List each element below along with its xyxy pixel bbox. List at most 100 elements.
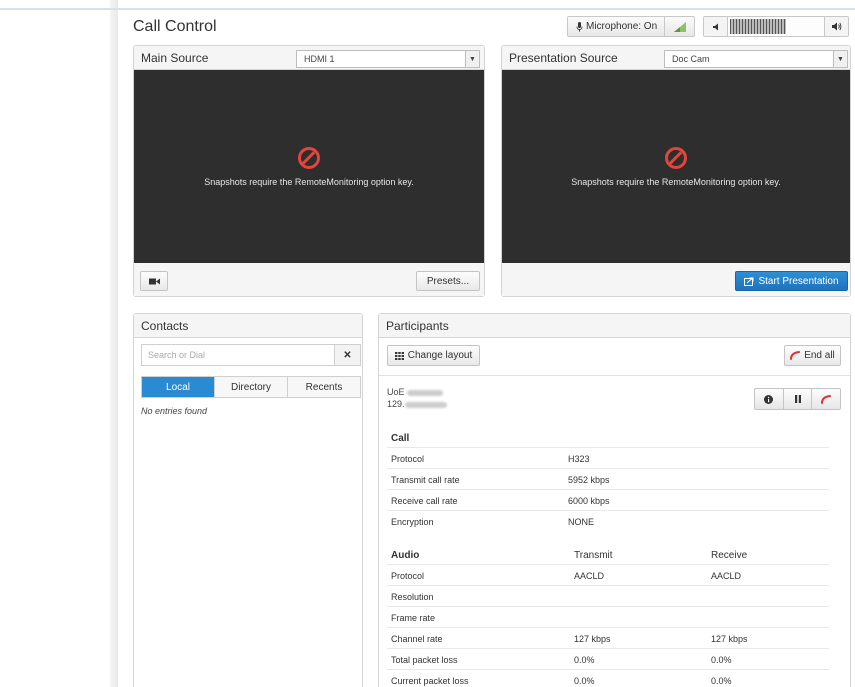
volume-control [703, 16, 849, 37]
table-row: Encryption NONE [387, 511, 829, 532]
participant-number: 129. [387, 399, 405, 409]
hold-button[interactable] [784, 389, 813, 409]
start-presentation-button[interactable]: Start Presentation [735, 271, 848, 291]
main-source-selected: HDMI 1 [304, 54, 335, 64]
video-camera-icon [148, 278, 160, 284]
stat-label: Frame rate [391, 613, 436, 623]
info-button[interactable] [755, 389, 784, 409]
table-row: Frame rate [387, 607, 829, 628]
contacts-title: Contacts [141, 318, 189, 333]
stat-label: Encryption [391, 517, 434, 527]
main-source-preview: Snapshots require the RemoteMonitoring o… [134, 70, 484, 263]
stat-label: Current packet loss [391, 676, 469, 686]
audio-stats-table: Audio Transmit Receive Protocol AACLD AACL… [387, 544, 829, 687]
call-section-header: Call [387, 427, 829, 448]
stat-transmit: 0.0% [574, 655, 595, 665]
participant-entry: UoE 129. [387, 386, 447, 410]
audio-header: Audio [391, 550, 420, 561]
redacted-number [404, 401, 447, 408]
stat-value: H323 [568, 454, 590, 464]
prohibited-icon [665, 146, 687, 169]
end-all-button[interactable]: End all [784, 345, 841, 366]
contacts-panel: Contacts ✕ Local Directory Recents No en… [133, 313, 363, 687]
share-screen-icon [744, 277, 754, 286]
close-icon: ✕ [343, 349, 352, 361]
stat-receive: 0.0% [711, 676, 732, 686]
presets-label: Presets... [426, 275, 470, 287]
volume-slider-fill [730, 19, 786, 34]
table-row: Total packet loss 0.0% 0.0% [387, 649, 829, 670]
participant-name: UoE [387, 387, 405, 397]
table-row: Protocol H323 [387, 448, 829, 469]
volume-down-button[interactable] [704, 17, 728, 36]
stat-label: Transmit call rate [391, 475, 460, 485]
stat-value: 6000 kbps [568, 496, 610, 506]
participant-call-controls [754, 388, 841, 410]
presentation-source-select[interactable]: Doc Cam ▼ [664, 50, 848, 68]
change-layout-button[interactable]: Change layout [387, 345, 480, 366]
call-header: Call [391, 433, 410, 444]
hang-up-icon [821, 394, 832, 404]
contacts-tabs: Local Directory Recents [141, 376, 361, 398]
top-rule [0, 8, 855, 10]
tab-local[interactable]: Local [142, 377, 215, 397]
stat-label: Channel rate [391, 634, 443, 644]
stat-label: Resolution [391, 592, 434, 602]
stat-transmit: AACLD [574, 571, 605, 581]
stat-transmit: 0.0% [574, 676, 595, 686]
end-all-label: End all [804, 350, 835, 361]
clear-search-button[interactable]: ✕ [334, 345, 360, 365]
presentation-source-title: Presentation Source [509, 50, 618, 65]
stat-value: NONE [568, 517, 595, 527]
participants-panel: Participants Change layout End all UoE 1… [378, 313, 851, 687]
volume-slider[interactable] [728, 17, 824, 36]
pause-icon [794, 395, 801, 403]
tab-directory[interactable]: Directory [215, 377, 288, 397]
table-row: Channel rate 127 kbps 127 kbps [387, 628, 829, 649]
table-row: Receive call rate 6000 kbps [387, 490, 829, 511]
hang-up-icon [790, 351, 801, 360]
camera-button[interactable] [140, 271, 168, 291]
presentation-source-panel: Presentation Source Doc Cam ▼ Snapshots … [501, 45, 851, 297]
hang-up-button[interactable] [812, 389, 840, 409]
microphone-label: Microphone: On [586, 21, 658, 32]
participants-title: Participants [386, 318, 449, 333]
contacts-empty-message: No entries found [141, 406, 208, 416]
chevron-down-icon: ▼ [833, 51, 847, 67]
microphone-icon [576, 21, 583, 31]
tab-recents[interactable]: Recents [288, 377, 360, 397]
table-row: Current packet loss 0.0% 0.0% [387, 670, 829, 687]
table-row: Transmit call rate 5952 kbps [387, 469, 829, 490]
volume-down-icon [712, 23, 718, 30]
left-gutter [0, 0, 118, 687]
participants-header: Participants [379, 314, 850, 338]
signal-level-icon [673, 21, 686, 32]
redacted-name [407, 389, 444, 396]
grid-layout-icon [394, 351, 404, 360]
stat-label: Total packet loss [391, 655, 458, 665]
stat-receive: 127 kbps [711, 634, 748, 644]
receive-header: Receive [711, 550, 748, 561]
change-layout-label: Change layout [407, 350, 473, 361]
main-source-select[interactable]: HDMI 1 ▼ [296, 50, 480, 68]
mic-level-indicator [664, 17, 694, 36]
stat-label: Receive call rate [391, 496, 458, 506]
presets-button[interactable]: Presets... [416, 271, 480, 291]
presentation-source-selected: Doc Cam [672, 54, 710, 64]
stat-receive: AACLD [711, 571, 742, 581]
main-source-panel: Main Source HDMI 1 ▼ Snapshots require t… [133, 45, 485, 297]
volume-up-icon [832, 22, 842, 31]
prohibited-icon [298, 146, 320, 169]
presentation-source-preview: Snapshots require the RemoteMonitoring o… [502, 70, 850, 263]
page-title: Call Control [133, 18, 217, 35]
search-input[interactable] [142, 345, 334, 365]
audio-section-header: Audio Transmit Receive [387, 544, 829, 565]
participants-divider [379, 375, 850, 376]
table-row: Resolution [387, 586, 829, 607]
presentation-snapshot-message: Snapshots require the RemoteMonitoring o… [571, 176, 781, 187]
stat-label: Protocol [391, 454, 425, 464]
main-source-snapshot-message: Snapshots require the RemoteMonitoring o… [204, 176, 414, 187]
volume-up-button[interactable] [824, 17, 848, 36]
stat-label: Protocol [391, 571, 425, 581]
microphone-toggle-button[interactable]: Microphone: On [567, 16, 695, 37]
